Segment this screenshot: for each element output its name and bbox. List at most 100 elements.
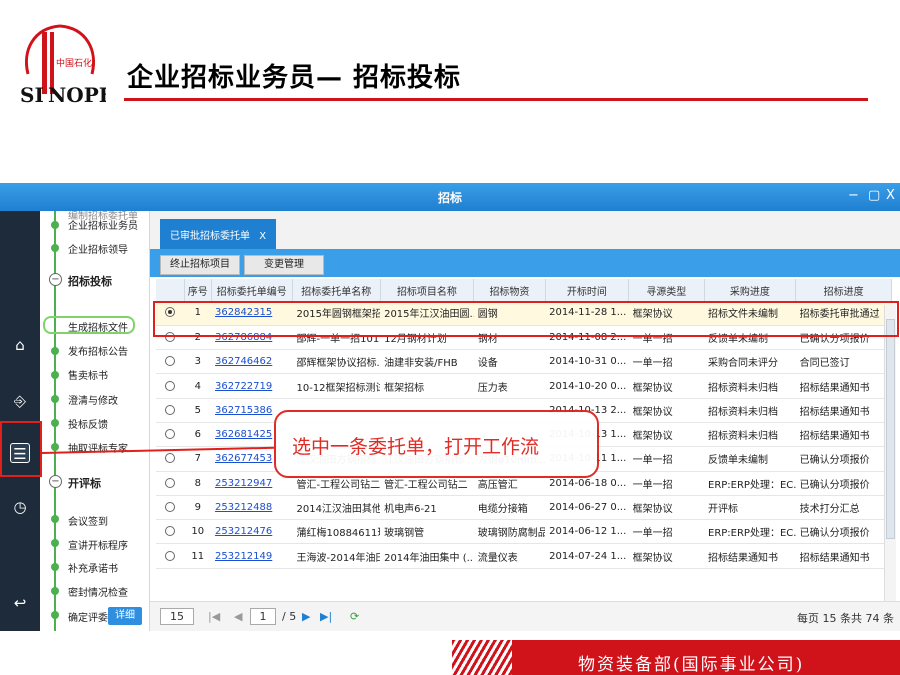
table-cell: 2014江汉油田其他... [292, 495, 381, 521]
nav-dot [51, 371, 59, 379]
table-cell: 9 [184, 495, 211, 521]
nav-item-clarify[interactable]: 澄清与修改 [68, 392, 118, 407]
table-cell: 已确认分项报价 [795, 519, 892, 545]
nav-item-judges[interactable]: 确定评委 [68, 609, 108, 624]
radio-button[interactable] [165, 453, 176, 464]
order-number-link[interactable]: 253212488 [211, 495, 293, 521]
order-number-link[interactable]: 253212149 [211, 543, 293, 569]
refresh-icon[interactable]: ⟳ [350, 610, 359, 623]
nav-item-seal-check[interactable]: 密封情况检查 [68, 584, 128, 599]
row-radio[interactable] [156, 349, 185, 375]
row-radio[interactable] [156, 373, 185, 399]
radio-button[interactable] [165, 429, 176, 440]
first-page-icon[interactable]: |◀ [208, 610, 220, 623]
nav-item-buyer[interactable]: 企业招标业务员 [68, 217, 138, 232]
collapse-icon[interactable]: − [49, 273, 62, 286]
nav-item-publish-notice[interactable]: 发布招标公告 [68, 343, 128, 358]
nav-dot [51, 395, 59, 403]
home-icon[interactable]: ⌂ [10, 335, 30, 355]
table-cell: 一单一招 [628, 349, 704, 375]
table-row[interactable]: 4 362722719 10-12框架招标测试 框架招标 压力表 2014-10-20 0… [156, 373, 892, 399]
table-cell: 招标资料未归档 [704, 373, 796, 399]
column-header[interactable] [156, 279, 186, 301]
exit-icon[interactable]: ↩ [10, 593, 30, 613]
radio-button[interactable] [165, 404, 176, 415]
restore-icon[interactable]: ▢ [868, 188, 880, 203]
tab-close-icon[interactable]: X [259, 231, 266, 242]
radio-button[interactable] [165, 477, 176, 488]
table-cell: 框架协议 [628, 398, 704, 423]
radio-button[interactable] [165, 502, 176, 513]
table-cell: 蒲红梅10884611玻... [292, 519, 381, 545]
order-number-link[interactable]: 362722719 [211, 373, 293, 399]
column-header[interactable]: 招标委托单编号 [211, 279, 293, 301]
page-size-select[interactable]: 15 [160, 608, 194, 625]
tab-approved-orders[interactable]: 已审批招标委托单 X [160, 219, 277, 249]
clock-icon[interactable]: ◷ [10, 497, 30, 517]
column-header[interactable]: 序号 [184, 279, 212, 301]
nav-item-sell-docs[interactable]: 售卖标书 [68, 367, 108, 382]
table-cell: ERP:ERP处理：EC... [704, 519, 796, 545]
nav-dot [51, 563, 59, 571]
callout-box: 选中一条委托单，打开工作流 [274, 410, 599, 478]
column-header[interactable]: 招标项目名称 [380, 279, 475, 301]
callout-text: 选中一条委托单，打开工作流 [292, 436, 540, 458]
prev-page-icon[interactable]: ◀ [234, 610, 242, 623]
nav-item-commitment[interactable]: 补充承诺书 [68, 560, 118, 575]
radio-button[interactable] [165, 526, 176, 537]
nav-item-signin[interactable]: 会议签到 [68, 513, 108, 528]
org-icon[interactable]: ⎆ [10, 391, 30, 411]
table-cell: 10 [184, 519, 211, 545]
table-row[interactable]: 3 362746462 邵辉框架协议招标... 油建非安装/FHB 设备 2014-10-… [156, 349, 892, 375]
nav-section-bidding[interactable]: 招标投标 [68, 273, 112, 289]
column-header[interactable]: 招标委托单名称 [292, 279, 381, 301]
order-number-link[interactable]: 362746462 [211, 349, 293, 375]
order-number-link[interactable]: 253212476 [211, 519, 293, 545]
detail-button[interactable]: 详细 [108, 607, 142, 625]
table-cell: 框架协议 [628, 373, 704, 399]
row-radio[interactable] [156, 471, 185, 496]
nav-item-procedure[interactable]: 宣讲开标程序 [68, 537, 128, 552]
table-cell: 玻璃钢防腐制品 [473, 519, 546, 545]
vertical-scrollbar[interactable] [884, 305, 896, 601]
nav-item-generate-doc[interactable]: 生成招标文件 [68, 319, 128, 334]
column-header[interactable]: 开标时间 [545, 279, 630, 301]
close-icon[interactable]: X [886, 188, 895, 203]
table-cell: 合同已签订 [795, 349, 892, 375]
terminate-project-button[interactable]: 终止招标项目 [160, 255, 240, 275]
column-header[interactable]: 招标物资 [473, 279, 546, 301]
column-header[interactable]: 寻源类型 [628, 279, 705, 301]
row-radio[interactable] [156, 519, 185, 545]
change-management-button[interactable]: 变更管理 [244, 255, 324, 275]
row-radio[interactable] [156, 422, 185, 448]
radio-button[interactable] [165, 380, 176, 391]
row-radio[interactable] [156, 398, 185, 423]
row-radio[interactable] [156, 543, 185, 569]
page-number-input[interactable]: 1 [250, 608, 276, 625]
nav-item-leader[interactable]: 企业招标领导 [68, 241, 128, 256]
nav-dot [51, 443, 59, 451]
nav-section-open-eval[interactable]: 开评标 [68, 475, 101, 491]
table-cell: 开评标 [704, 495, 796, 521]
radio-button[interactable] [165, 356, 176, 367]
table-cell: 招标资料未归档 [704, 422, 796, 448]
row-radio[interactable] [156, 495, 185, 521]
column-header[interactable]: 招标进度 [795, 279, 892, 301]
table-row[interactable]: 92532124882014江汉油田其他...机电声6-21电缆分接箱2014-… [156, 495, 892, 521]
nav-dot [51, 244, 59, 252]
collapse-icon[interactable]: − [49, 475, 62, 488]
table-cell: 玻璃钢管 [380, 519, 474, 545]
last-page-icon[interactable]: ▶| [320, 610, 332, 623]
table-cell: 电缆分接箱 [473, 495, 546, 521]
nav-item-feedback[interactable]: 投标反馈 [68, 416, 108, 431]
table-cell: 设备 [473, 349, 546, 375]
table-cell: 框架招标 [380, 373, 474, 399]
minimize-icon[interactable]: − [848, 188, 859, 203]
table-row[interactable]: 11253212149王海波-2014年油田...2014年油田集中 (...流… [156, 543, 892, 569]
slide-title: 企业招标业务员— 招标投标 [127, 63, 462, 93]
radio-button[interactable] [165, 550, 176, 561]
scrollbar-thumb[interactable] [886, 319, 895, 539]
column-header[interactable]: 采购进度 [704, 279, 797, 301]
next-page-icon[interactable]: ▶ [302, 610, 310, 623]
table-row[interactable]: 10253212476蒲红梅10884611玻...玻璃钢管玻璃钢防腐制品201… [156, 519, 892, 545]
